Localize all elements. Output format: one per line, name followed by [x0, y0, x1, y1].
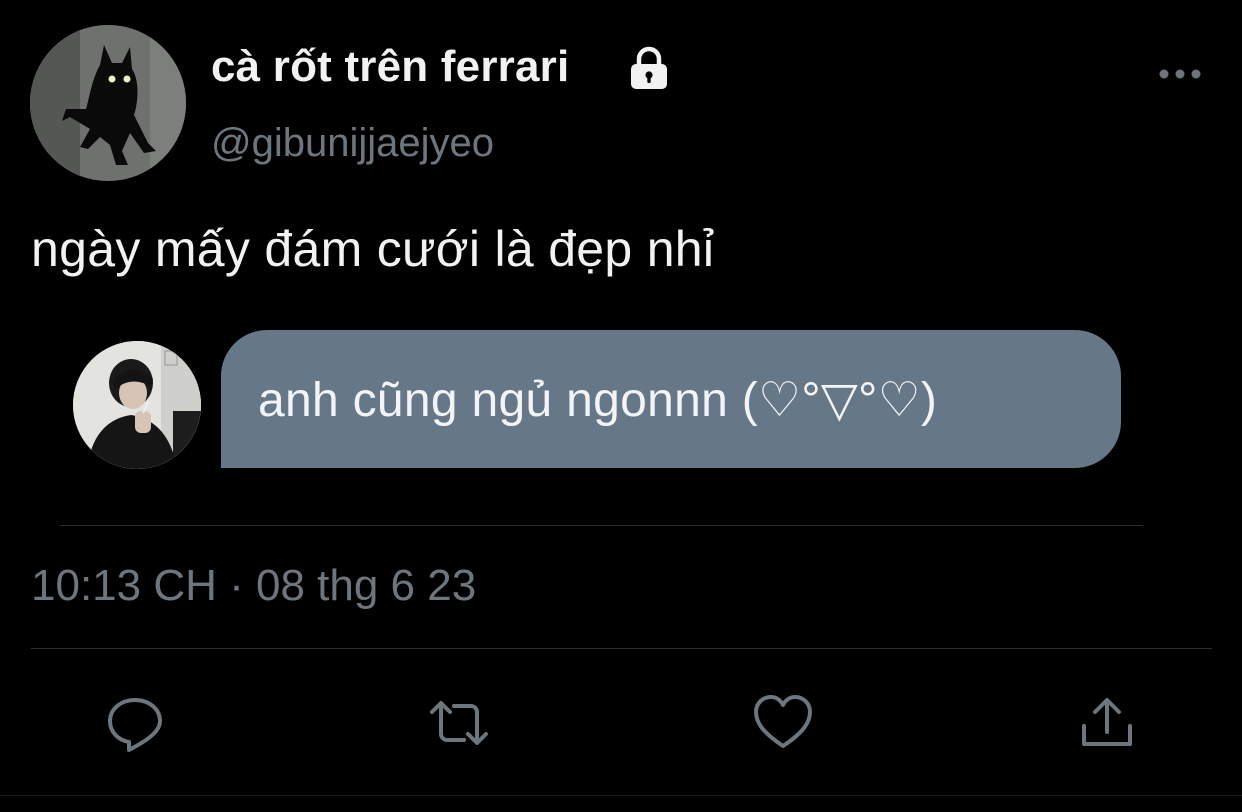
retweet-button[interactable] [428, 692, 490, 754]
heart-icon [754, 695, 812, 748]
tweet-timestamp[interactable]: 10:13 CH · 08 thg 6 23 [31, 561, 476, 611]
retweet-arrows-icon [430, 701, 488, 745]
quoted-avatar [73, 341, 201, 469]
divider [0, 795, 1242, 796]
divider [60, 525, 1143, 526]
tweet-text: ngày mấy đám cưới là đẹp nhỉ [31, 221, 715, 277]
tweet-detail: cà rốt trên ferrari @gibunijjaejyeo ngày… [0, 0, 1242, 812]
user-handle[interactable]: @gibunijjaejyeo [211, 121, 494, 166]
reply-button[interactable] [104, 692, 166, 754]
more-horizontal-icon[interactable] [1155, 62, 1205, 86]
display-name[interactable]: cà rốt trên ferrari [211, 42, 569, 92]
divider [31, 648, 1212, 649]
person-photo-avatar-icon [73, 341, 201, 469]
share-upload-icon [1082, 698, 1132, 746]
speech-bubble-icon [108, 698, 162, 752]
profile-avatar[interactable] [30, 25, 186, 181]
lock-icon [631, 46, 667, 89]
like-button[interactable] [752, 692, 814, 754]
black-cat-avatar-icon [30, 25, 186, 181]
quoted-message-text: anh cũng ngủ ngonnn (♡°▽°♡) [258, 374, 938, 427]
share-button[interactable] [1076, 692, 1138, 754]
